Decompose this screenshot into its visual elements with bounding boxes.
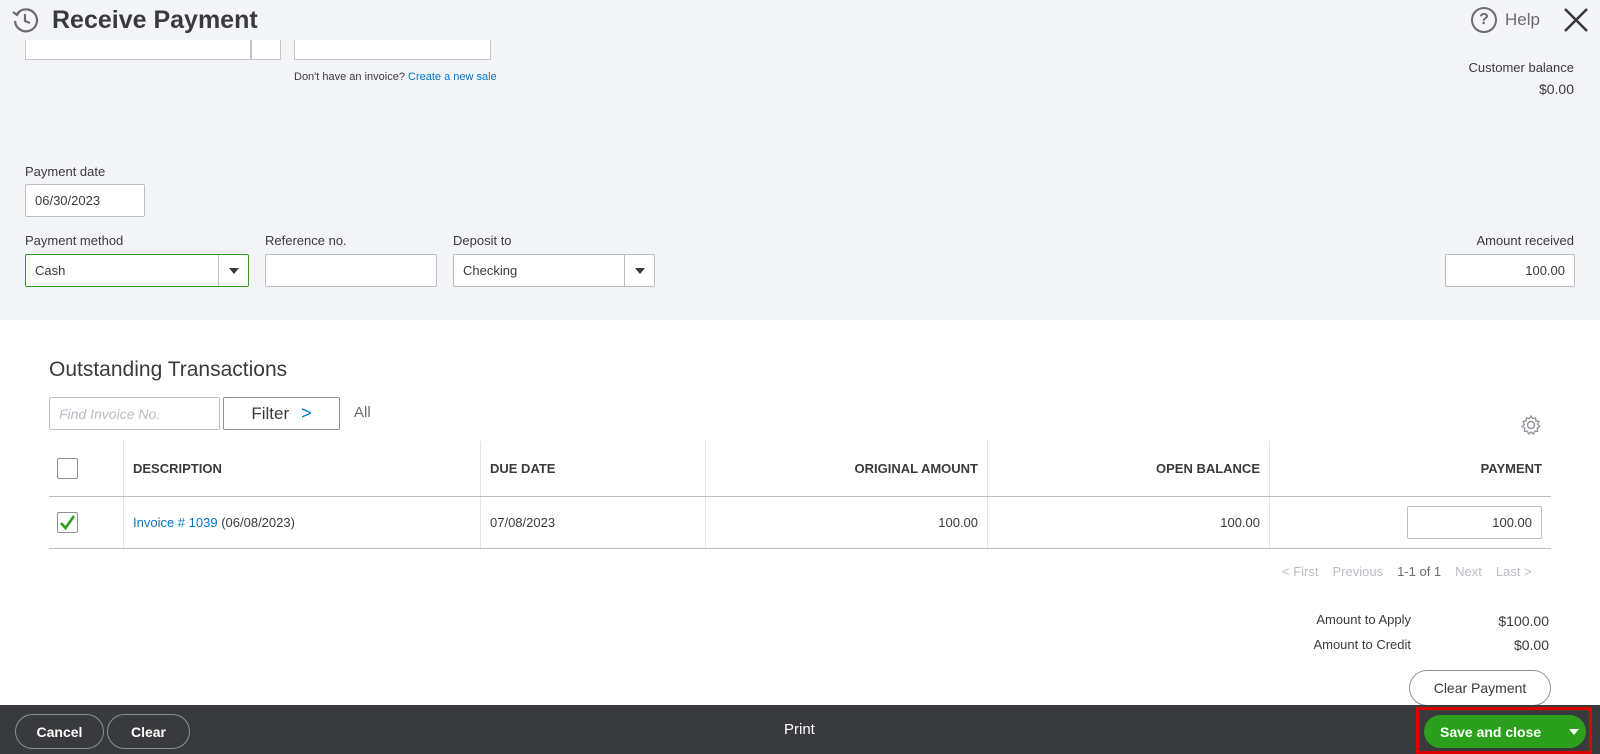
clear-payment-button[interactable]: Clear Payment <box>1409 670 1551 706</box>
pager-last[interactable]: Last > <box>1496 564 1532 579</box>
amount-to-credit-label: Amount to Credit <box>1313 637 1411 652</box>
help-icon: ? <box>1471 7 1497 33</box>
column-header-due-date[interactable]: DUE DATE <box>481 441 706 496</box>
cancel-button[interactable]: Cancel <box>15 714 104 749</box>
payment-cell: 100.00 <box>1270 497 1551 548</box>
row-checkbox[interactable] <box>57 512 78 533</box>
pager-next[interactable]: Next <box>1455 564 1482 579</box>
customer-dropdown-toggle[interactable] <box>251 40 281 60</box>
header-checkbox-cell <box>49 441 124 496</box>
outstanding-transactions-table: DESCRIPTION DUE DATE ORIGINAL AMOUNT OPE… <box>49 441 1551 549</box>
chevron-down-icon[interactable] <box>624 255 654 286</box>
history-clock-icon[interactable] <box>11 6 39 34</box>
customer-balance-label: Customer balance <box>1468 60 1575 75</box>
chevron-right-icon: > <box>301 403 312 423</box>
find-invoice-input[interactable] <box>49 397 220 430</box>
chevron-down-icon[interactable] <box>218 255 248 286</box>
column-header-payment[interactable]: PAYMENT <box>1270 441 1551 496</box>
payment-input[interactable]: 100.00 <box>1407 506 1542 539</box>
payment-method-select[interactable]: Cash <box>25 254 249 287</box>
payment-method-value: Cash <box>35 263 66 278</box>
print-button[interactable]: Print <box>784 721 815 738</box>
description-cell: Invoice # 1039 (06/08/2023) <box>124 497 481 548</box>
original-amount-cell: 100.00 <box>706 497 988 548</box>
close-icon[interactable] <box>1561 5 1591 35</box>
footer-bar: Cancel Clear Print <box>0 705 1600 754</box>
no-invoice-hint: Don't have an invoice? Create a new sale <box>294 71 497 83</box>
customer-balance-value: $0.00 <box>1538 81 1574 97</box>
pager-range: 1-1 of 1 <box>1397 564 1442 579</box>
table-row: Invoice # 1039 (06/08/2023) 07/08/2023 1… <box>49 497 1551 549</box>
table-header-row: DESCRIPTION DUE DATE ORIGINAL AMOUNT OPE… <box>49 441 1551 497</box>
customer-field[interactable] <box>25 40 251 60</box>
outstanding-transactions-title: Outstanding Transactions <box>49 358 288 381</box>
page-title: Receive Payment <box>52 6 258 34</box>
amount-to-apply-label: Amount to Apply <box>1316 612 1411 627</box>
due-date-cell: 07/08/2023 <box>481 497 706 548</box>
invoice-link[interactable]: Invoice # 1039 <box>133 515 218 530</box>
payment-date-input[interactable]: 06/30/2023 <box>25 184 145 217</box>
row-checkbox-cell <box>49 497 124 548</box>
payment-date-label: Payment date <box>25 164 106 179</box>
find-by-invoice-field[interactable] <box>294 40 491 60</box>
chevron-down-icon[interactable] <box>1561 729 1586 735</box>
filter-button[interactable]: Filter > <box>223 397 340 430</box>
filter-summary: All <box>354 404 371 421</box>
column-header-description[interactable]: DESCRIPTION <box>124 441 481 496</box>
invoice-date: (06/08/2023) <box>221 515 295 530</box>
checkmark-icon <box>60 515 76 531</box>
amount-to-apply-value: $100.00 <box>1498 613 1549 629</box>
payment-method-label: Payment method <box>25 233 124 248</box>
create-new-sale-link[interactable]: Create a new sale <box>408 71 497 83</box>
save-and-close-button[interactable]: Save and close <box>1424 715 1586 748</box>
column-header-original-amount[interactable]: ORIGINAL AMOUNT <box>706 441 988 496</box>
amount-received-label: Amount received <box>1476 233 1574 248</box>
gear-icon[interactable] <box>1520 414 1542 436</box>
pager-first[interactable]: < First <box>1282 564 1318 579</box>
amount-to-credit-value: $0.00 <box>1513 637 1549 653</box>
save-and-close-label: Save and close <box>1440 723 1542 740</box>
column-header-open-balance[interactable]: OPEN BALANCE <box>988 441 1270 496</box>
pager-previous[interactable]: Previous <box>1332 564 1383 579</box>
pagination: < First Previous 1-1 of 1 Next Last > <box>1282 564 1532 579</box>
amount-received-input[interactable]: 100.00 <box>1445 254 1575 287</box>
reference-input[interactable] <box>265 254 437 287</box>
reference-label: Reference no. <box>265 233 347 248</box>
help-button[interactable]: ? Help <box>1471 7 1540 33</box>
filter-label: Filter <box>251 403 290 423</box>
open-balance-cell: 100.00 <box>988 497 1270 548</box>
deposit-to-select[interactable]: Checking <box>453 254 655 287</box>
help-label: Help <box>1505 10 1540 29</box>
clear-button[interactable]: Clear <box>107 714 190 749</box>
select-all-checkbox[interactable] <box>57 458 78 479</box>
no-invoice-text: Don't have an invoice? <box>294 71 405 83</box>
deposit-to-value: Checking <box>463 263 518 278</box>
deposit-to-label: Deposit to <box>453 233 512 248</box>
